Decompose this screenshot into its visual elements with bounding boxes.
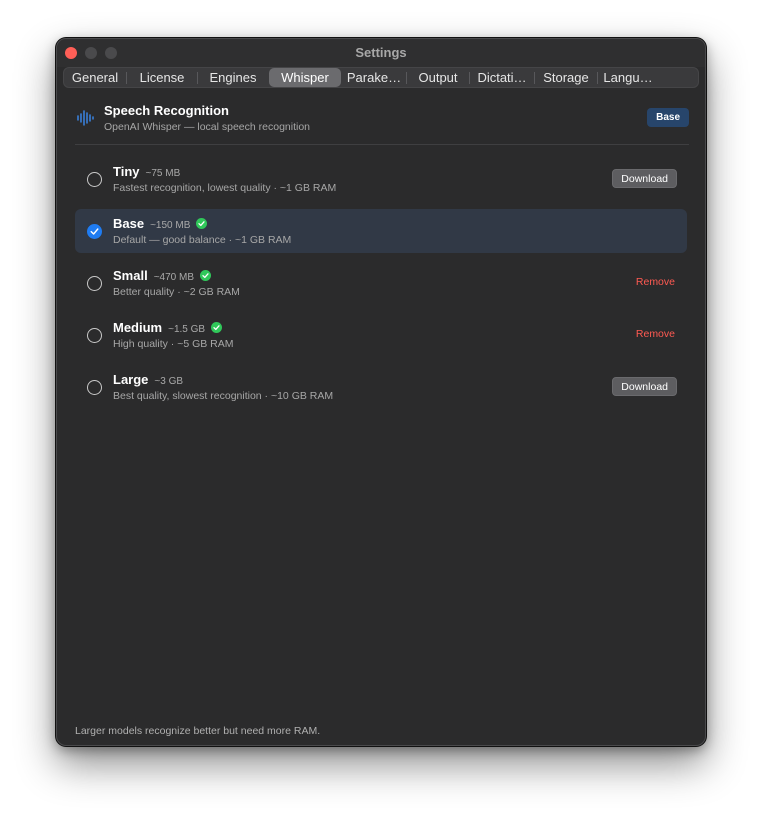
model-row-medium[interactable]: Medium ~1.5 GB High quality · ~5 GB RAM Rem…: [75, 313, 687, 357]
tab-whisper[interactable]: Whisper: [269, 68, 341, 87]
model-title: Small ~470 MB: [113, 268, 211, 283]
model-name: Small: [113, 268, 148, 283]
tab-storage[interactable]: Storage: [535, 68, 597, 87]
checkmark-icon: [90, 228, 99, 235]
tab-output[interactable]: Output: [407, 68, 469, 87]
model-size: ~75 MB: [145, 168, 181, 179]
model-description: High quality · ~5 GB RAM: [113, 338, 234, 350]
model-list: Tiny ~75 MB Fastest recognition, lowest qu…: [75, 157, 689, 417]
model-radio-button[interactable]: [87, 224, 102, 239]
window-title: Settings: [355, 45, 407, 60]
remove-button[interactable]: Remove: [636, 328, 675, 340]
model-title: Large ~3 GB: [113, 372, 183, 387]
tab-dictati[interactable]: Dictati…: [470, 68, 534, 87]
model-title: Medium ~1.5 GB: [113, 320, 223, 335]
model-radio-button[interactable]: [87, 172, 102, 187]
model-size: ~150 MB: [150, 220, 191, 231]
remove-button[interactable]: Remove: [636, 276, 675, 288]
tab-general[interactable]: General: [64, 68, 126, 87]
title-bar[interactable]: Settings: [57, 39, 705, 67]
waveform-icon: [77, 110, 94, 126]
model-description: Fastest recognition, lowest quality · ~1…: [113, 182, 337, 194]
model-size: ~1.5 GB: [168, 324, 206, 335]
model-row-small[interactable]: Small ~470 MB Better quality · ~2 GB RAM Re…: [75, 261, 687, 305]
section-header: Speech Recognition OpenAI Whisper — loca…: [75, 101, 689, 135]
model-name: Medium: [113, 320, 163, 335]
section-title: Speech Recognition: [104, 103, 229, 118]
model-name: Large: [113, 372, 149, 387]
installed-check-icon: [200, 269, 211, 281]
header-divider: [75, 144, 689, 145]
current-model-badge: Base: [647, 108, 689, 127]
model-name: Tiny: [113, 164, 140, 179]
settings-tab-bar: General License Engines Whisper Parake… Outpu…: [63, 67, 699, 88]
tab-engines[interactable]: Engines: [198, 68, 268, 87]
download-button[interactable]: Download: [612, 377, 677, 396]
settings-window: Settings General License Engines Whisper Par…: [56, 38, 706, 746]
model-title: Tiny ~75 MB: [113, 164, 180, 179]
installed-check-icon: [196, 217, 208, 229]
tab-parake[interactable]: Parake…: [342, 68, 406, 87]
model-radio-button[interactable]: [87, 276, 102, 291]
model-title: Base ~150 MB: [113, 216, 208, 231]
model-radio-button[interactable]: [87, 380, 102, 395]
model-radio-button[interactable]: [87, 328, 102, 343]
model-size: ~3 GB: [154, 376, 184, 387]
model-name: Base: [113, 216, 145, 231]
model-description: Better quality · ~2 GB RAM: [113, 286, 240, 298]
tab-langu[interactable]: Langu…: [598, 68, 658, 87]
model-row-large[interactable]: Large ~3 GB Best quality, slowest recognit…: [75, 365, 687, 409]
model-row-base[interactable]: Base ~150 MB Default — good balance · ~1 G…: [75, 209, 687, 253]
download-button[interactable]: Download: [612, 169, 677, 188]
footer-note: Larger models recognize better but need …: [75, 725, 321, 737]
model-row-tiny[interactable]: Tiny ~75 MB Fastest recognition, lowest qu…: [75, 157, 687, 201]
installed-check-icon: [211, 321, 223, 333]
model-description: Default — good balance · ~1 GB RAM: [113, 234, 292, 246]
tab-license[interactable]: License: [127, 68, 197, 87]
model-size: ~470 MB: [153, 272, 194, 283]
section-subtitle: OpenAI Whisper — local speech recognitio…: [104, 121, 311, 133]
model-description: Best quality, slowest recognition · ~10 …: [113, 390, 334, 402]
